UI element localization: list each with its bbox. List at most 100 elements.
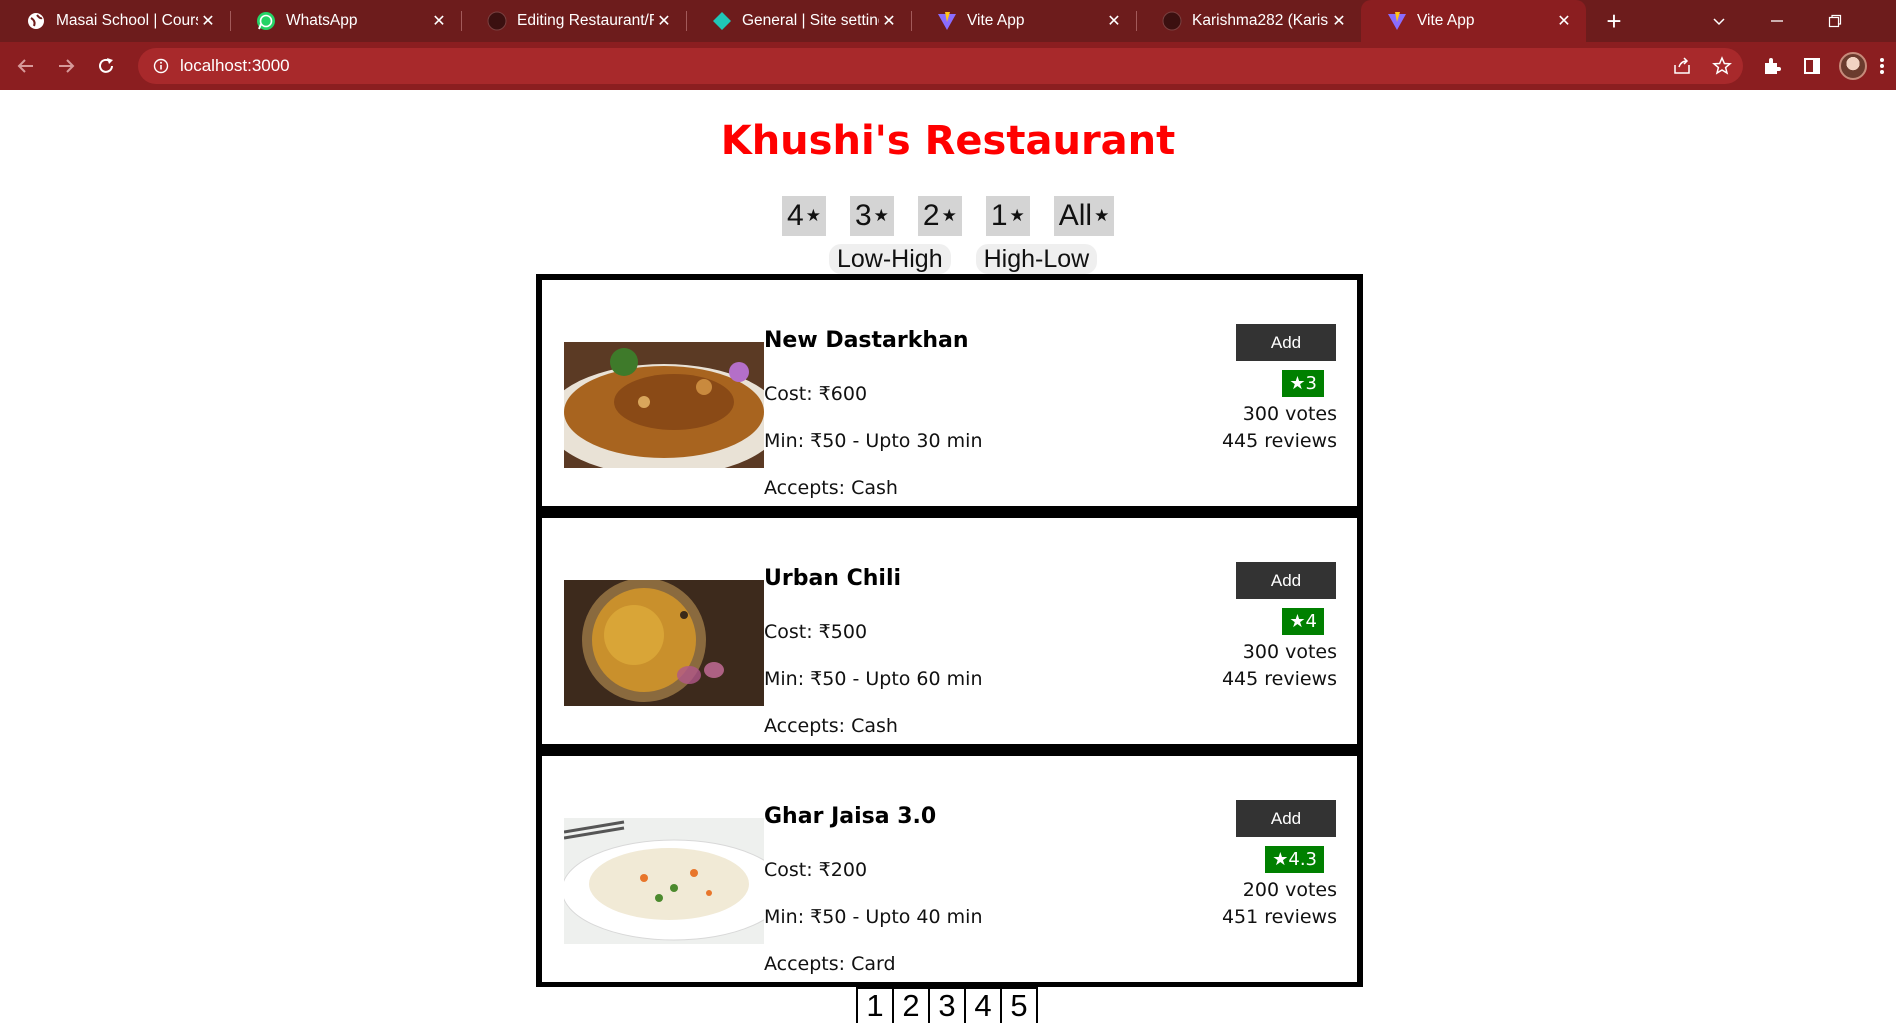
github-icon bbox=[1162, 11, 1182, 31]
profile-avatar[interactable] bbox=[1839, 52, 1867, 80]
reviews-count: 451 reviews bbox=[1221, 906, 1337, 928]
reload-icon[interactable] bbox=[90, 50, 122, 82]
food-image-fried-rice bbox=[564, 818, 764, 944]
close-icon[interactable]: ✕ bbox=[1554, 11, 1574, 31]
restaurant-cost: Cost: ₹500 bbox=[764, 621, 868, 643]
restaurant-card: Ghar Jaisa 3.0 Cost: ₹200 Min: ₹50 - Upt… bbox=[542, 756, 1357, 982]
rating-filter-label: 3 bbox=[854, 199, 872, 232]
globe-icon bbox=[26, 11, 46, 31]
pagination: 1 2 3 4 5 bbox=[856, 987, 1038, 1023]
minimize-icon[interactable] bbox=[1748, 0, 1806, 42]
restaurant-name: New Dastarkhan bbox=[764, 328, 969, 353]
menu-icon[interactable] bbox=[1874, 54, 1890, 78]
restaurant-min-order: Min: ₹50 - Upto 40 min bbox=[764, 906, 983, 928]
tab-strip: Masai School | Course ✕ WhatsApp ✕ Editi… bbox=[0, 0, 1896, 42]
star-icon: ★ bbox=[805, 206, 821, 225]
food-image-biryani bbox=[564, 342, 764, 468]
restaurant-name: Ghar Jaisa 3.0 bbox=[764, 804, 937, 829]
star-icon: ★ bbox=[873, 206, 889, 225]
close-icon[interactable]: ✕ bbox=[1329, 11, 1349, 31]
side-panel-icon[interactable] bbox=[1800, 54, 1824, 78]
rating-filter-label: 4 bbox=[787, 199, 804, 232]
rating-badge: ★3 bbox=[1282, 370, 1324, 397]
close-icon[interactable]: ✕ bbox=[654, 11, 674, 31]
whatsapp-icon bbox=[256, 11, 276, 31]
restaurant-list: New Dastarkhan Cost: ₹600 Min: ₹50 - Upt… bbox=[536, 274, 1363, 987]
close-icon[interactable]: ✕ bbox=[198, 11, 218, 31]
page-button-1[interactable]: 1 bbox=[856, 987, 894, 1023]
rating-filter-2[interactable]: 2 ★ bbox=[917, 196, 962, 236]
restaurant-cost: Cost: ₹200 bbox=[764, 859, 868, 881]
add-button[interactable]: Add bbox=[1236, 800, 1336, 837]
page-button-4[interactable]: 4 bbox=[964, 987, 1002, 1023]
tab-netlify[interactable]: General | Site settings ✕ bbox=[686, 0, 911, 42]
close-icon[interactable]: ✕ bbox=[429, 11, 449, 31]
votes-count: 200 votes bbox=[1242, 879, 1337, 901]
close-icon[interactable]: ✕ bbox=[1104, 11, 1124, 31]
tab-title: Vite App bbox=[1417, 12, 1475, 29]
omnibox[interactable]: localhost:3000 bbox=[138, 48, 1743, 84]
rating-filter-label: 2 bbox=[922, 199, 940, 232]
close-icon[interactable]: ✕ bbox=[879, 11, 899, 31]
github-icon bbox=[487, 11, 507, 31]
restaurant-name: Urban Chili bbox=[764, 566, 902, 591]
restaurant-cost: Cost: ₹600 bbox=[764, 383, 868, 405]
info-icon[interactable] bbox=[152, 57, 170, 75]
forward-icon[interactable] bbox=[50, 50, 82, 82]
page-button-5[interactable]: 5 bbox=[1000, 987, 1038, 1023]
tab-search-icon[interactable] bbox=[1690, 0, 1748, 42]
restaurant-card: New Dastarkhan Cost: ₹600 Min: ₹50 - Upt… bbox=[542, 280, 1357, 506]
new-tab-button[interactable]: + bbox=[1598, 0, 1630, 42]
votes-count: 300 votes bbox=[1242, 403, 1337, 425]
rating-filter-label: 1 bbox=[990, 199, 1008, 232]
tab-title: Masai School | Course bbox=[56, 12, 198, 29]
star-icon: ★ bbox=[1094, 206, 1110, 225]
tab-title: Vite App bbox=[967, 12, 1025, 29]
tab-github-editing[interactable]: Editing Restaurant/RE ✕ bbox=[461, 0, 686, 42]
tab-whatsapp[interactable]: WhatsApp ✕ bbox=[230, 0, 461, 42]
rating-badge: ★4.3 bbox=[1265, 846, 1324, 873]
page-button-3[interactable]: 3 bbox=[928, 987, 966, 1023]
rating-filter-group: 4 ★ 3 ★ 2 ★ 1 ★ All ★ bbox=[782, 196, 1115, 236]
rating-badge: ★4 bbox=[1282, 608, 1324, 635]
tab-masai[interactable]: Masai School | Course ✕ bbox=[0, 0, 230, 42]
tab-title: Karishma282 (Karishm bbox=[1192, 12, 1329, 29]
restaurant-payment: Accepts: Cash bbox=[764, 715, 898, 737]
restaurant-payment: Accepts: Cash bbox=[764, 477, 898, 499]
votes-count: 300 votes bbox=[1242, 641, 1337, 663]
page-button-2[interactable]: 2 bbox=[892, 987, 930, 1023]
sort-low-high-button[interactable]: Low-High bbox=[829, 244, 951, 274]
tab-title: General | Site settings bbox=[742, 12, 879, 29]
restaurant-card: Urban Chili Cost: ₹500 Min: ₹50 - Upto 6… bbox=[542, 518, 1357, 744]
tab-vite-active[interactable]: Vite App ✕ bbox=[1361, 0, 1586, 42]
vite-icon bbox=[1387, 11, 1407, 31]
star-icon: ★ bbox=[1009, 206, 1025, 225]
netlify-icon bbox=[712, 11, 732, 31]
rating-filter-all[interactable]: All ★ bbox=[1053, 196, 1115, 236]
tab-github-profile[interactable]: Karishma282 (Karishm ✕ bbox=[1136, 0, 1361, 42]
tab-title: Editing Restaurant/RE bbox=[517, 12, 654, 29]
vite-icon bbox=[937, 11, 957, 31]
bookmark-star-icon[interactable] bbox=[1710, 54, 1734, 78]
url-text[interactable]: localhost:3000 bbox=[180, 56, 290, 76]
restaurant-payment: Accepts: Card bbox=[764, 953, 896, 975]
add-button[interactable]: Add bbox=[1236, 324, 1336, 361]
restore-icon[interactable] bbox=[1806, 0, 1864, 42]
star-icon: ★ bbox=[941, 206, 957, 225]
back-icon[interactable] bbox=[10, 50, 42, 82]
rating-filter-1[interactable]: 1 ★ bbox=[985, 196, 1030, 236]
food-image-biryani-pot bbox=[564, 580, 764, 706]
rating-filter-4[interactable]: 4 ★ bbox=[782, 196, 826, 236]
tab-vite-1[interactable]: Vite App ✕ bbox=[911, 0, 1136, 42]
extensions-icon[interactable] bbox=[1760, 54, 1784, 78]
add-button[interactable]: Add bbox=[1236, 562, 1336, 599]
reviews-count: 445 reviews bbox=[1221, 668, 1337, 690]
restaurant-min-order: Min: ₹50 - Upto 30 min bbox=[764, 430, 983, 452]
rating-filter-3[interactable]: 3 ★ bbox=[849, 196, 894, 236]
page-title: Khushi's Restaurant bbox=[720, 118, 1176, 164]
share-icon[interactable] bbox=[1670, 54, 1694, 78]
address-bar: localhost:3000 bbox=[0, 42, 1896, 90]
rating-filter-label: All bbox=[1058, 199, 1093, 232]
sort-high-low-button[interactable]: High-Low bbox=[975, 244, 1098, 274]
reviews-count: 445 reviews bbox=[1221, 430, 1337, 452]
